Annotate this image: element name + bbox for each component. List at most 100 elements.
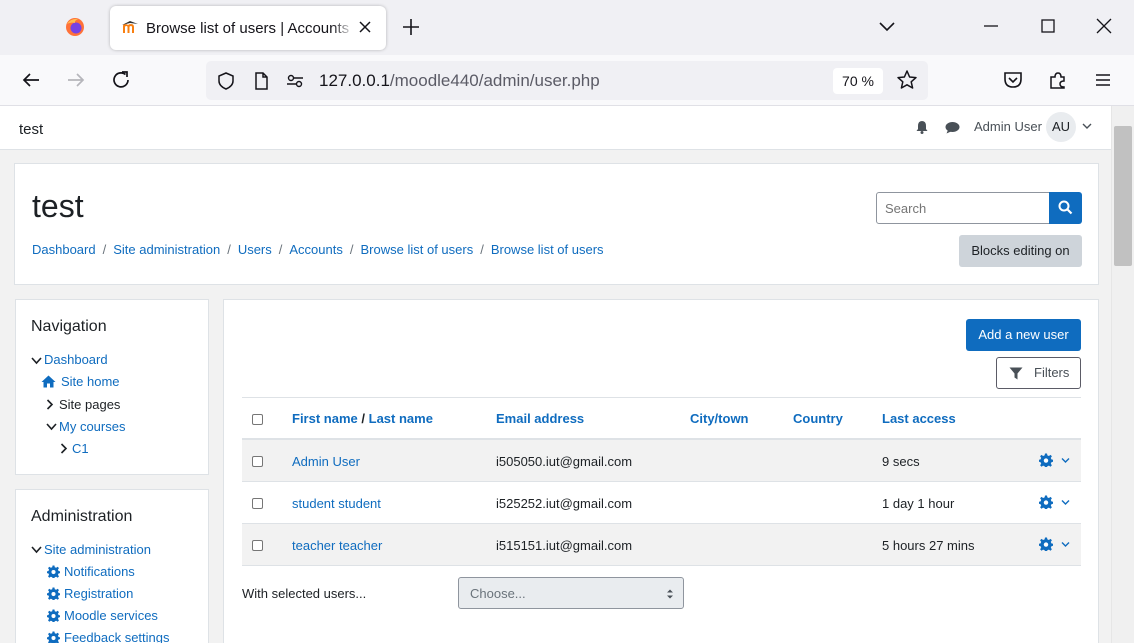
bulk-action-selected-value: Choose... <box>470 586 526 601</box>
sort-last-name[interactable]: Last name <box>369 411 433 426</box>
navigation-title: Navigation <box>31 318 107 335</box>
extensions-icon[interactable] <box>1047 69 1069 91</box>
breadcrumb-users[interactable]: Users <box>238 242 272 257</box>
gear-icon <box>47 565 60 578</box>
chevron-down-icon[interactable] <box>1061 457 1070 464</box>
blocks-editing-button[interactable]: Blocks editing on <box>959 235 1082 267</box>
reload-icon[interactable] <box>110 69 132 91</box>
bookmark-star-icon[interactable] <box>896 69 918 91</box>
maximize-icon[interactable] <box>1038 16 1058 36</box>
sort-last-access[interactable]: Last access <box>882 411 956 426</box>
table-header: First name / Last name Email address Cit… <box>242 397 1081 440</box>
permissions-icon[interactable] <box>285 71 305 91</box>
user-menu-name[interactable]: Admin User <box>974 119 1042 134</box>
menu-icon[interactable] <box>1092 69 1114 91</box>
chevron-down-icon[interactable] <box>31 545 42 555</box>
url-text[interactable]: 127.0.0.1/moodle440/admin/user.php <box>319 71 600 91</box>
notifications-bell-icon[interactable] <box>915 120 929 134</box>
chevron-right-icon[interactable] <box>60 443 68 454</box>
messages-icon[interactable] <box>945 121 960 134</box>
user-last-access: 9 secs <box>882 454 920 469</box>
row-checkbox[interactable] <box>252 540 263 551</box>
nav-course-c1-link[interactable]: C1 <box>72 441 89 456</box>
administration-block: Administration Site administration Notif… <box>15 489 209 643</box>
close-window-icon[interactable] <box>1094 16 1114 36</box>
page-content: test Admin User AU test Dashboard / Site a… <box>0 106 1111 643</box>
sort-city[interactable]: City/town <box>690 411 749 426</box>
nav-site-home-link[interactable]: Site home <box>61 374 120 389</box>
user-email: i525252.iut@gmail.com <box>496 496 633 511</box>
filters-button[interactable]: Filters <box>996 357 1081 389</box>
search-input[interactable] <box>876 192 1050 224</box>
chevron-down-icon[interactable] <box>46 422 57 432</box>
table-row: student student i525252.iut@gmail.com 1 … <box>242 482 1081 524</box>
table-row: Admin User i505050.iut@gmail.com 9 secs <box>242 440 1081 482</box>
gear-icon[interactable] <box>1039 453 1053 467</box>
back-icon[interactable] <box>20 69 42 91</box>
breadcrumb-accounts[interactable]: Accounts <box>289 242 342 257</box>
url-bar[interactable]: 127.0.0.1/moodle440/admin/user.php 70 % <box>206 61 928 100</box>
firefox-logo-icon[interactable] <box>64 16 86 38</box>
pocket-icon[interactable] <box>1002 69 1024 91</box>
breadcrumb: Dashboard / Site administration / Users / Acco… <box>32 242 604 257</box>
select-all-checkbox[interactable] <box>252 414 263 425</box>
shield-icon[interactable] <box>216 71 236 91</box>
user-email: i505050.iut@gmail.com <box>496 454 633 469</box>
sort-first-name[interactable]: First name <box>292 411 358 426</box>
chevron-down-icon[interactable] <box>1061 499 1070 506</box>
breadcrumb-browse-list-of-users-current[interactable]: Browse list of users <box>491 242 604 257</box>
row-checkbox[interactable] <box>252 498 263 509</box>
minimize-icon[interactable] <box>981 16 1001 36</box>
filter-icon <box>1009 367 1023 380</box>
admin-registration-link[interactable]: Registration <box>64 586 133 601</box>
active-tab[interactable]: Browse list of users | Accounts | test <box>110 6 386 50</box>
zoom-level[interactable]: 70 % <box>833 68 883 94</box>
admin-feedback-settings-link[interactable]: Feedback settings <box>64 630 170 643</box>
scrollbar-thumb[interactable] <box>1114 126 1132 266</box>
close-tab-icon[interactable] <box>356 18 374 36</box>
filters-label: Filters <box>1034 365 1070 380</box>
nav-site-pages[interactable]: Site pages <box>59 397 120 412</box>
user-name-link[interactable]: Admin User <box>292 454 360 469</box>
chevron-down-icon[interactable] <box>31 356 42 366</box>
gear-icon <box>47 587 60 600</box>
admin-notifications-link[interactable]: Notifications <box>64 564 135 579</box>
add-new-user-button[interactable]: Add a new user <box>966 319 1081 351</box>
chevron-down-icon[interactable] <box>1082 122 1092 130</box>
breadcrumb-site-administration[interactable]: Site administration <box>113 242 220 257</box>
nav-dashboard-link[interactable]: Dashboard <box>44 352 108 367</box>
list-tabs-icon[interactable] <box>877 16 897 36</box>
user-name-link[interactable]: student student <box>292 496 381 511</box>
page-info-icon[interactable] <box>251 71 271 91</box>
page-title: test <box>32 188 84 224</box>
search-button[interactable] <box>1049 192 1082 224</box>
admin-moodle-services-link[interactable]: Moodle services <box>64 608 158 623</box>
chevron-down-icon[interactable] <box>1061 541 1070 548</box>
gear-icon[interactable] <box>1039 537 1053 551</box>
chevron-right-icon[interactable] <box>46 399 54 410</box>
sort-country[interactable]: Country <box>793 411 843 426</box>
sort-email[interactable]: Email address <box>496 411 584 426</box>
row-checkbox[interactable] <box>252 456 263 467</box>
table-row: teacher teacher i515151.iut@gmail.com 5 … <box>242 524 1081 566</box>
avatar[interactable]: AU <box>1046 112 1076 142</box>
user-name-link[interactable]: teacher teacher <box>292 538 382 553</box>
nav-my-courses-link[interactable]: My courses <box>59 419 125 434</box>
breadcrumb-browse-list-of-users[interactable]: Browse list of users <box>361 242 474 257</box>
new-tab-icon[interactable] <box>400 16 422 38</box>
users-main-region: Add a new user Filters First name / Last… <box>223 299 1099 643</box>
nav-site-administration-link[interactable]: Site administration <box>44 542 151 557</box>
breadcrumb-dashboard[interactable]: Dashboard <box>32 242 96 257</box>
gear-icon <box>47 631 60 643</box>
forward-icon[interactable] <box>65 69 87 91</box>
browser-tab-bar: Browse list of users | Accounts | test <box>0 0 1134 55</box>
site-name[interactable]: test <box>19 121 43 138</box>
bulk-action-select[interactable]: Choose... <box>458 577 684 609</box>
search-icon <box>1058 200 1073 215</box>
gear-icon <box>47 609 60 622</box>
page-scrollbar[interactable] <box>1111 106 1134 643</box>
gear-icon[interactable] <box>1039 495 1053 509</box>
tab-title: Browse list of users | Accounts | test <box>146 20 352 37</box>
administration-title: Administration <box>31 508 133 525</box>
with-selected-label: With selected users... <box>242 586 367 601</box>
